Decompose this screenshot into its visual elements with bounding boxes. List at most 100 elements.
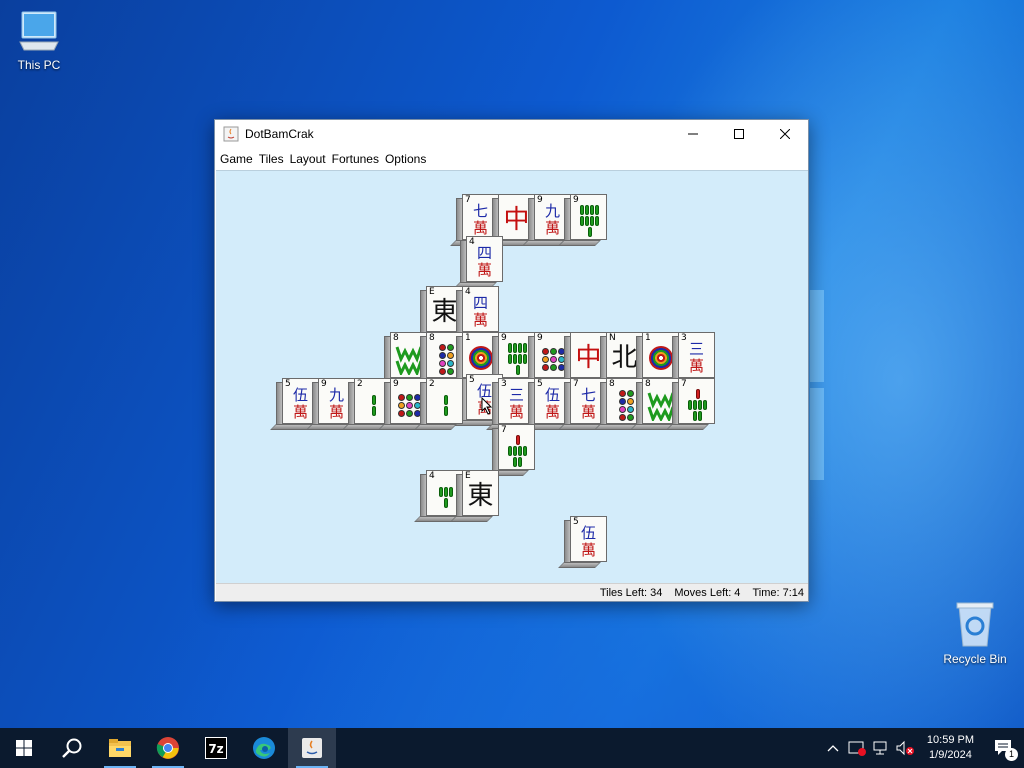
dot-circle [550,356,557,363]
mahjong-tile[interactable]: 3三萬 [666,332,715,384]
bamboo-stick [518,343,522,353]
bamboo-stick [698,400,702,410]
start-icon [16,740,32,756]
this-pc-desktop-icon[interactable]: This PC [1,10,77,72]
mahjong-tile[interactable]: 4四萬 [450,286,499,338]
character-symbol: 四萬 [472,294,488,329]
character-symbol: 伍萬 [580,524,596,559]
wallpaper-logo-pane [810,290,824,382]
taskbar-clock[interactable]: 10:59 PM 1/9/2024 [917,733,984,763]
mahjong-tile[interactable]: 9 [558,194,607,246]
menu-tiles[interactable]: Tiles [258,152,289,166]
notification-count-badge: 1 [1005,748,1018,761]
tile-face: 2 [426,378,463,424]
tile-edge [414,424,457,430]
chrome-taskbar-button[interactable] [144,728,192,768]
dot-circle [438,360,446,367]
recycle-bin-icon [956,602,994,647]
file-explorer-icon [109,739,131,757]
bamboo-stick [438,486,443,497]
7zip-taskbar-button[interactable]: 7z [192,728,240,768]
bamboo-stick [513,354,517,364]
bamboo-stick [371,394,376,405]
bamboo-stick [518,457,522,467]
mahjong-tile[interactable]: 4四萬 [454,236,503,288]
recycle-bin-desktop-icon[interactable]: Recycle Bin [937,600,1013,666]
bamboo-stick [508,446,512,456]
dot-circle [550,348,557,355]
menu-fortunes[interactable]: Fortunes [331,152,384,166]
dot-circle [626,390,634,397]
mouse-cursor-icon [481,396,493,418]
7zip-icon: 7z [205,737,227,759]
bamboo-stick [371,405,376,416]
recycle-bin-label: Recycle Bin [943,652,1007,666]
menu-game[interactable]: Game [219,152,258,166]
tile-edge [666,424,709,430]
action-center-button[interactable]: 1 [984,728,1024,768]
dot-circle [626,414,634,421]
close-button[interactable] [762,120,808,148]
tile-rank-label: 8 [645,379,651,389]
mahjong-tile[interactable]: 7 [486,424,535,476]
dot-circle [618,390,626,397]
tile-rank-label: 8 [393,333,399,343]
dot-circle [438,368,446,375]
menu-options[interactable]: Options [384,152,431,166]
dot-circle [542,356,549,363]
start-button[interactable] [0,728,48,768]
network-tray-button[interactable] [869,728,893,768]
bamboo-stick [448,486,453,497]
status-bar: Tiles Left: 34 Moves Left: 4 Time: 7:14 [216,583,808,601]
tile-face: E東 [462,470,499,516]
java-app-taskbar-button[interactable] [288,728,336,768]
bamboo-stick [595,216,599,226]
volume-muted-icon [896,740,914,756]
window-title: DotBamCrak [245,127,314,141]
tile-edge [450,516,493,522]
tile-rank-label: 7 [501,425,507,435]
mahjong-tile[interactable]: 5伍萬 [558,516,607,568]
tile-rank-label: 9 [501,333,507,343]
minimize-icon [688,133,698,135]
bamboo-stick [515,365,520,375]
window-titlebar[interactable]: DotBamCrak [215,120,808,148]
show-hidden-icons-button[interactable] [821,728,845,768]
search-button[interactable] [48,728,96,768]
bamboo-sticks [508,434,528,468]
clock-date: 1/9/2024 [929,749,972,761]
volume-tray-button[interactable] [893,728,917,768]
tile-face: 7 [498,424,535,470]
bamboo-stick [508,343,512,353]
bamboo-stick [695,389,700,399]
bamboo-stick [443,497,448,508]
tile-face: 3三萬 [678,332,715,378]
svg-text:7z: 7z [208,742,223,756]
tile-rank-label: 1 [645,333,651,343]
security-alert-icon [848,741,866,756]
dot-circle [406,394,413,401]
one-dot-symbol [469,346,493,370]
bamboo-stick [523,446,527,456]
bamboo-stick [590,216,594,226]
minimize-button[interactable] [670,120,716,148]
file-explorer-taskbar-button[interactable] [96,728,144,768]
bamboo-stick [443,394,448,405]
game-board: 7七萬中9九萬94四萬E東4四萬88199中N北13三萬5伍萬9九萬2925伍萬… [216,170,808,584]
dot-circle [398,410,405,417]
maximize-button[interactable] [716,120,762,148]
dot-circle [618,406,626,413]
bamboo-stick [523,343,527,353]
bamboo-sticks [442,388,450,422]
bamboo-sticks [370,388,378,422]
edge-taskbar-button[interactable] [240,728,288,768]
mahjong-tile[interactable]: E東 [450,470,499,522]
character-symbol: 三萬 [688,340,704,375]
mahjong-tile[interactable]: 7 [666,378,715,430]
menu-layout[interactable]: Layout [289,152,331,166]
chrome-icon [156,737,179,759]
security-tray-button[interactable] [845,728,869,768]
tile-rank-label: 8 [609,379,615,389]
mahjong-tile[interactable]: 2 [414,378,463,430]
tile-edge [558,240,601,246]
